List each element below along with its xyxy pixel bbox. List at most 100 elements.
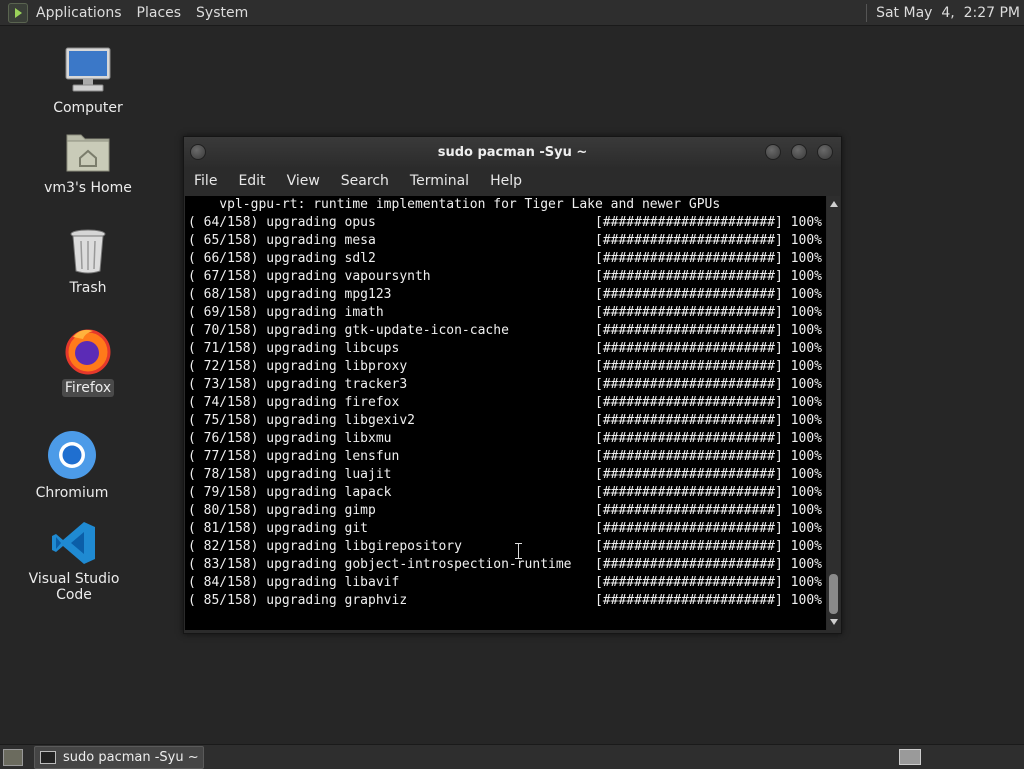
terminal-line-text: ( 66/158) upgrading sdl2 bbox=[188, 251, 376, 266]
terminal-output[interactable]: vpl-gpu-rt: runtime implementation for T… bbox=[185, 196, 826, 630]
terminal-line: ( 73/158) upgrading tracker3 [###########… bbox=[185, 376, 826, 394]
menu-system[interactable]: System bbox=[196, 5, 248, 21]
terminal-line: ( 74/158) upgrading firefox [############… bbox=[185, 394, 826, 412]
progress-bar-text: [######################] 100% bbox=[595, 305, 822, 320]
terminal-line-text: ( 75/158) upgrading libgexiv2 bbox=[188, 413, 415, 428]
terminal-line-text: ( 68/158) upgrading mpg123 bbox=[188, 287, 392, 302]
terminal-window[interactable]: sudo pacman -Syu ~ File Edit View Search… bbox=[183, 136, 842, 634]
computer-icon bbox=[63, 45, 113, 95]
terminal-line: ( 66/158) upgrading sdl2 [###############… bbox=[185, 250, 826, 268]
desktop-icon-label: vm3's Home bbox=[44, 180, 132, 196]
terminal-icon bbox=[40, 751, 56, 764]
desktop-icon-computer[interactable]: Computer bbox=[33, 45, 143, 117]
desktop-icon-vscode[interactable]: Visual Studio Code bbox=[19, 520, 129, 604]
progress-bar-text: [######################] 100% bbox=[595, 539, 822, 554]
terminal-line-text: ( 83/158) upgrading gobject-introspectio… bbox=[188, 557, 572, 572]
text-cursor-icon bbox=[515, 543, 522, 559]
progress-bar-text: [######################] 100% bbox=[595, 521, 822, 536]
terminal-line: ( 85/158) upgrading graphviz [###########… bbox=[185, 592, 826, 610]
progress-bar-text: [######################] 100% bbox=[595, 413, 822, 428]
desktop-icon-home[interactable]: vm3's Home bbox=[33, 127, 143, 197]
terminal-line: ( 76/158) upgrading libxmu [#############… bbox=[185, 430, 826, 448]
terminal-line-text: ( 84/158) upgrading libavif bbox=[188, 575, 400, 590]
terminal-line: ( 67/158) upgrading vapoursynth [########… bbox=[185, 268, 826, 286]
menu-help[interactable]: Help bbox=[490, 173, 522, 189]
window-title: sudo pacman -Syu ~ bbox=[437, 145, 588, 160]
terminal-line: ( 80/158) upgrading gimp [###############… bbox=[185, 502, 826, 520]
menu-file[interactable]: File bbox=[194, 173, 217, 189]
terminal-line-text: ( 71/158) upgrading libcups bbox=[188, 341, 400, 356]
desktop-icon-label: Trash bbox=[69, 280, 107, 296]
menu-terminal[interactable]: Terminal bbox=[410, 173, 469, 189]
bottom-panel: sudo pacman -Syu ~ bbox=[0, 744, 1024, 769]
desktop-icon-firefox[interactable]: Firefox bbox=[33, 325, 143, 397]
terminal-line-text: ( 78/158) upgrading luajit bbox=[188, 467, 392, 482]
terminal-line: ( 71/158) upgrading libcups [############… bbox=[185, 340, 826, 358]
progress-bar-text: [######################] 100% bbox=[595, 593, 822, 608]
workspace-switcher[interactable] bbox=[899, 749, 921, 765]
progress-bar-text: [######################] 100% bbox=[595, 287, 822, 302]
scrollbar-thumb[interactable] bbox=[829, 574, 838, 614]
terminal-line: ( 72/158) upgrading libproxy [###########… bbox=[185, 358, 826, 376]
menu-places[interactable]: Places bbox=[137, 5, 182, 21]
terminal-line: ( 75/158) upgrading libgexiv2 [##########… bbox=[185, 412, 826, 430]
close-button[interactable] bbox=[817, 144, 833, 160]
terminal-line: ( 82/158) upgrading libgirepository [####… bbox=[185, 538, 826, 556]
terminal-line: ( 84/158) upgrading libavif [############… bbox=[185, 574, 826, 592]
menu-edit[interactable]: Edit bbox=[238, 173, 265, 189]
window-titlebar[interactable]: sudo pacman -Syu ~ bbox=[184, 137, 841, 167]
top-menu: Applications Places System bbox=[8, 0, 263, 25]
progress-bar-text: [######################] 100% bbox=[595, 431, 822, 446]
clock-text: Sat May 4, 2:27 PM bbox=[876, 4, 1020, 21]
taskbar-item-terminal[interactable]: sudo pacman -Syu ~ bbox=[34, 746, 204, 769]
terminal-line: ( 65/158) upgrading mesa [###############… bbox=[185, 232, 826, 250]
progress-bar-text: [######################] 100% bbox=[595, 251, 822, 266]
top-panel: Applications Places System Sat May 4, 2:… bbox=[0, 0, 1024, 26]
window-menu-button[interactable] bbox=[190, 144, 206, 160]
menu-search[interactable]: Search bbox=[341, 173, 389, 189]
progress-bar-text: [######################] 100% bbox=[595, 503, 822, 518]
terminal-line-text: ( 85/158) upgrading graphviz bbox=[188, 593, 408, 608]
terminal-scrollbar[interactable] bbox=[827, 196, 840, 630]
terminal-line-text: ( 72/158) upgrading libproxy bbox=[188, 359, 408, 374]
scroll-down-icon[interactable] bbox=[830, 619, 838, 625]
terminal-line: ( 79/158) upgrading lapack [#############… bbox=[185, 484, 826, 502]
panel-separator bbox=[866, 3, 868, 22]
terminal-line: ( 64/158) upgrading opus [###############… bbox=[185, 214, 826, 232]
firefox-icon bbox=[63, 325, 113, 375]
terminal-line-text: ( 81/158) upgrading git bbox=[188, 521, 369, 536]
progress-bar-text: [######################] 100% bbox=[595, 215, 822, 230]
terminal-line: ( 68/158) upgrading mpg123 [#############… bbox=[185, 286, 826, 304]
terminal-line-text: ( 82/158) upgrading libgirepository bbox=[188, 539, 462, 554]
terminal-line: ( 70/158) upgrading gtk-update-icon-cach… bbox=[185, 322, 826, 340]
terminal-line-text: ( 79/158) upgrading lapack bbox=[188, 485, 392, 500]
terminal-line-text: ( 76/158) upgrading libxmu bbox=[188, 431, 392, 446]
terminal-line-text: ( 69/158) upgrading imath bbox=[188, 305, 384, 320]
taskbar-item-label: sudo pacman -Syu ~ bbox=[63, 750, 199, 765]
minimize-button[interactable] bbox=[765, 144, 781, 160]
chromium-icon bbox=[47, 430, 97, 480]
progress-bar-text: [######################] 100% bbox=[595, 395, 822, 410]
clock[interactable]: Sat May 4, 2:27 PM bbox=[866, 0, 1020, 25]
terminal-line-text: ( 65/158) upgrading mesa bbox=[188, 233, 376, 248]
show-desktop-icon[interactable] bbox=[3, 749, 23, 766]
terminal-line-text: ( 74/158) upgrading firefox bbox=[188, 395, 400, 410]
desktop-icon-label: Computer bbox=[53, 100, 123, 116]
scroll-up-icon[interactable] bbox=[830, 201, 838, 207]
desktop-icon-label: Visual Studio Code bbox=[28, 571, 120, 603]
terminal-line-text: ( 67/158) upgrading vapoursynth bbox=[188, 269, 431, 284]
terminal-line: ( 81/158) upgrading git [################… bbox=[185, 520, 826, 538]
menu-view[interactable]: View bbox=[287, 173, 320, 189]
desktop-icon-label: Chromium bbox=[35, 485, 109, 501]
maximize-button[interactable] bbox=[791, 144, 807, 160]
desktop-icon-label: Firefox bbox=[61, 379, 115, 397]
menu-applications[interactable]: Applications bbox=[36, 5, 122, 21]
desktop-icon-trash[interactable]: Trash bbox=[33, 227, 143, 297]
desktop-icon-chromium[interactable]: Chromium bbox=[17, 430, 127, 502]
applications-logo-icon[interactable] bbox=[8, 2, 28, 23]
terminal-line-text: ( 64/158) upgrading opus bbox=[188, 215, 376, 230]
progress-bar-text: [######################] 100% bbox=[595, 341, 822, 356]
terminal-menubar: File Edit View Search Terminal Help bbox=[184, 167, 841, 195]
terminal-line: ( 69/158) upgrading imath [##############… bbox=[185, 304, 826, 322]
progress-bar-text: [######################] 100% bbox=[595, 575, 822, 590]
